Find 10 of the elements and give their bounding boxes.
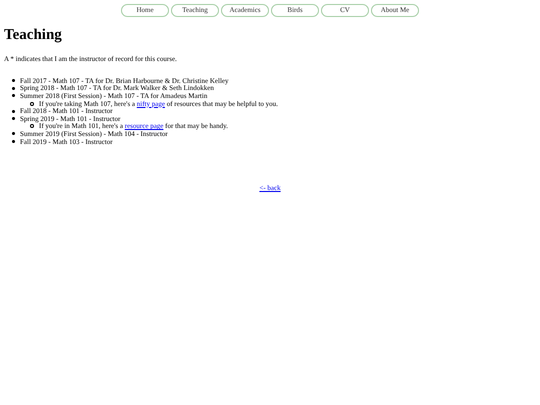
bullet-icon bbox=[12, 132, 15, 136]
bullet-icon bbox=[12, 86, 15, 90]
page-title: Teaching bbox=[4, 26, 62, 44]
bullet-icon bbox=[12, 117, 15, 120]
bullet-icon bbox=[12, 110, 15, 113]
bullet-icon bbox=[12, 94, 15, 98]
circle-bullet-icon bbox=[30, 102, 34, 106]
bullet-icon bbox=[12, 140, 15, 144]
bullet-icon bbox=[12, 79, 15, 82]
circle-bullet-icon bbox=[30, 124, 34, 128]
